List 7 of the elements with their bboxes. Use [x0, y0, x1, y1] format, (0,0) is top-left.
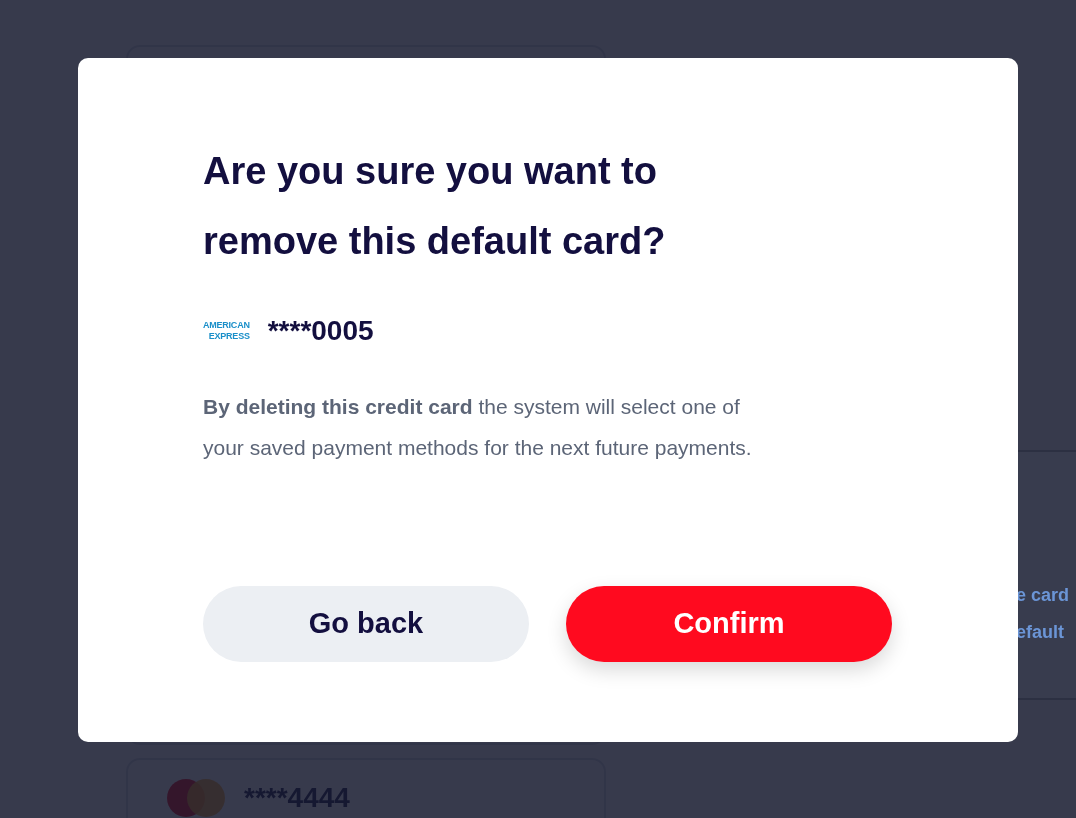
confirm-button[interactable]: Confirm [566, 586, 892, 662]
card-number: ****0005 [267, 314, 374, 348]
link-text[interactable]: efault [1016, 619, 1076, 646]
amex-logo: AMERICAN EXPRESS [203, 320, 250, 342]
dialog-message: By deleting this credit card the system will select one of your saved payment methods for the next future payments. [203, 394, 753, 461]
dialog-title: Are you sure you want to remove this default card? [203, 149, 667, 264]
back-button[interactable]: Go back [203, 586, 529, 662]
